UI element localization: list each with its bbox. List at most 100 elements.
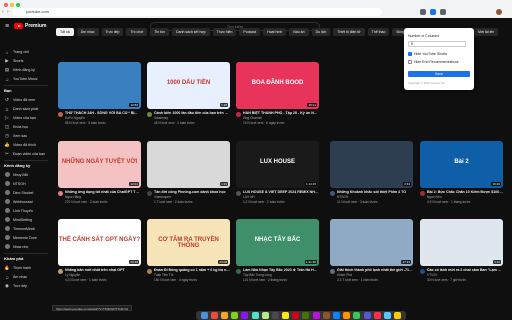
dock-app-icon[interactable] <box>363 312 371 319</box>
chip-11[interactable]: Thiết bị điện tử <box>333 28 365 36</box>
dock-app-icon[interactable] <box>251 312 259 319</box>
channel-avatar[interactable] <box>236 269 241 274</box>
channel-name[interactable]: Khám Phá <box>337 273 413 277</box>
channel-avatar[interactable] <box>236 112 241 117</box>
sidebar-item[interactable]: ◷ Xem sau <box>4 132 27 140</box>
maximize-window-button[interactable] <box>16 3 20 7</box>
chip-8[interactable]: Hoạt hình <box>263 28 287 36</box>
sidebar-item[interactable]: ▷ Video của bạn <box>4 114 36 122</box>
video-card[interactable]: LUX HOUSE 1:14:15 LUX HOUSE & VIET DEEP 20… <box>236 141 319 204</box>
sidebar-item[interactable]: ♫ Âm nhạc <box>4 273 27 281</box>
video-title[interactable]: Nhắng bản mới nhất trên nhạt GPT <box>65 268 141 272</box>
chip-3[interactable]: Trò chơi <box>126 28 148 36</box>
extension-icon[interactable] <box>420 9 426 15</box>
channel-name[interactable]: Zing Channel <box>243 116 319 120</box>
channel-name[interactable]: Vitudensy <box>154 116 230 120</box>
customyou-extension-icon[interactable] <box>430 9 436 15</box>
chip-5[interactable]: Danh sách kết hợp <box>172 28 210 36</box>
address-bar[interactable]: youtube.com <box>12 8 382 16</box>
sidebar-item[interactable]: ◉ Trực tiếp <box>4 282 27 290</box>
dock-app-icon[interactable] <box>231 312 239 319</box>
video-card[interactable]: THẾ CẢNH SÁT GPT NGÀY? 23:48 Nhắng bản mới… <box>58 219 141 282</box>
sidebar-item[interactable]: Dino Stucket <box>4 189 33 197</box>
channel-avatar[interactable] <box>58 269 63 274</box>
video-title[interactable]: Bài 2: Bực Chắc Chắn 10 Kiếm Được $1000 … <box>427 190 503 194</box>
forward-icon[interactable]: › <box>7 8 9 16</box>
chip-4[interactable]: Tin tức <box>150 28 170 36</box>
video-card[interactable]: BOA ĐÃNH BOOD 15:21 HẢN BIỆT THÀNH PHỐ - T… <box>236 62 319 125</box>
sidebar-item[interactable]: TimmonMindt <box>4 225 35 233</box>
menu-icon[interactable]: ≡ <box>5 23 9 30</box>
sidebar-item[interactable]: Memento Dore <box>4 234 37 242</box>
video-title[interactable]: Đoán Đi Đông quảng có 1 năm + 6 kg trọ n… <box>154 268 230 272</box>
dock-app-icon[interactable] <box>343 312 351 319</box>
video-title[interactable]: LUX HOUSE & VIET DEEP 2024 REMIX NHẠC HO… <box>243 190 319 194</box>
channel-avatar[interactable] <box>58 191 63 196</box>
chip-16[interactable]: Mới tải lên <box>473 28 499 36</box>
sidebar-item[interactable]: ▤ Kênh đăng ký <box>4 66 35 74</box>
dock-app-icon[interactable] <box>261 312 269 319</box>
video-card[interactable]: 1:23 Tản đời công Pinning.com dành khoa h… <box>147 141 230 204</box>
dock-app-icon[interactable] <box>282 312 290 319</box>
sidebar-item[interactable]: ♫ YouTube Music <box>4 75 37 83</box>
video-card[interactable]: NHỮNG NGÀY TUYỆT VỜI 12:01 Những ứng dụng … <box>58 141 141 204</box>
sidebar-item[interactable]: ↺ Video đã xem <box>4 96 35 104</box>
sidebar-item[interactable]: ✂ Đoạn video của bạn <box>4 150 45 158</box>
channel-name[interactable]: Lý Nguyễn <box>65 273 141 277</box>
dock-app-icon[interactable] <box>220 312 228 319</box>
hide-shorts-option[interactable]: Hide YouTube Shorts <box>408 52 447 56</box>
video-thumbnail[interactable]: 1:23 <box>147 141 230 188</box>
video-card[interactable]: 3:12 Các cố lánh mới ra 2 chat cảm Ban "L… <box>420 219 503 282</box>
video-thumbnail[interactable]: 17:13 <box>330 219 413 266</box>
video-thumbnail[interactable]: NHỮNG NGÀY TUYỆT VỜI 12:01 <box>58 141 141 188</box>
channel-name[interactable]: VTV24 <box>427 273 503 277</box>
channel-name[interactable]: Tuấn Tiền Tỏi <box>154 273 230 277</box>
channel-name[interactable]: KaPu Nguyễn <box>65 116 141 120</box>
channel-avatar[interactable] <box>330 269 335 274</box>
chip-0[interactable]: Tất cả <box>56 28 74 36</box>
chip-6[interactable]: Thực hiện <box>212 28 237 36</box>
video-card[interactable]: NHẠC TÂY BẮC 1:31:48 Làm Nhà Nhạc Tây Bắc … <box>236 219 319 282</box>
channel-name[interactable]: Vlaminopen <box>154 195 230 199</box>
video-thumbnail[interactable]: CƠ TÂM RA TRUYỀN THỐNG 23:08 <box>147 219 230 266</box>
channel-avatar[interactable] <box>330 191 335 196</box>
video-thumbnail[interactable]: BOA ĐÃNH BOOD 15:21 <box>236 62 319 109</box>
dock-app-icon[interactable] <box>292 312 300 319</box>
channel-avatar[interactable] <box>147 269 152 274</box>
sidebar-item[interactable]: 👍 Video đã thích <box>4 141 36 149</box>
channel-avatar[interactable] <box>420 191 425 196</box>
channel-name[interactable]: Ngọc Kiều <box>427 195 503 199</box>
dock-app-icon[interactable] <box>241 312 249 319</box>
video-card[interactable]: Bài 2 16:20 Bài 2: Bực Chắc Chắn 10 Kiếm Đ… <box>420 141 503 204</box>
video-thumbnail[interactable]: 10:56 <box>58 62 141 109</box>
dock-app-icon[interactable] <box>271 312 279 319</box>
sidebar-item[interactable]: ◫ Khóa học <box>4 123 28 131</box>
video-thumbnail[interactable]: NHẠC TÂY BẮC 1:31:48 <box>236 219 319 266</box>
dock-app-icon[interactable] <box>383 312 391 319</box>
chip-12[interactable]: Thể thao <box>367 28 390 36</box>
video-title[interactable]: Làm Nhà Nhạc Tây Bắc 2023 ★ Trấn Hà Hội … <box>243 268 319 272</box>
hide-end-recs-option[interactable]: Hide End Recommendations <box>408 60 459 64</box>
video-card[interactable]: 1000 DẤU TIỀN 1:28 Cánh biên 1000 lần đầu … <box>147 62 230 125</box>
sidebar-item[interactable]: Webhocrawl <box>4 198 33 206</box>
minimize-window-button[interactable] <box>10 3 14 7</box>
channel-name[interactable]: Tây Bắc Trong Lòng <box>243 273 319 277</box>
video-title[interactable]: HẢN BIỆT THÀNH PHỐ - Tập 25 - Kỳ ức Nông… <box>243 111 319 115</box>
sidebar-item[interactable]: ▶ Shorts <box>4 57 23 65</box>
video-title[interactable]: Những ứng dụng tốt nhất của ChatGPT TỪ B… <box>65 190 141 194</box>
sidebar-item[interactable]: ⌂ Trang chủ <box>4 48 29 56</box>
channel-name[interactable]: LUX NH <box>243 195 319 199</box>
video-title[interactable]: Cánh biên 1000 lần đầu tiên của bạn trên… <box>154 111 230 115</box>
video-card[interactable]: 10:56 THỬ THÁCH 24H - SỐNG VỚI BA CỦ * BỊ… <box>58 62 141 125</box>
puzzle-icon[interactable] <box>440 9 446 15</box>
hide-shorts-checkbox[interactable] <box>408 52 412 56</box>
video-thumbnail[interactable]: THẾ CẢNH SÁT GPT NGÀY? 23:48 <box>58 219 141 266</box>
video-card[interactable]: CƠ TÂM RA TRUYỀN THỐNG 23:08 Đoán Đi Đông … <box>147 219 230 282</box>
columns-number-input[interactable]: 5 <box>408 41 466 47</box>
video-title[interactable]: Những Khoảnh khắc sốt thiệt Phim 4 TO <box>337 190 413 194</box>
video-thumbnail[interactable]: 3:12 <box>420 219 503 266</box>
dock-app-icon[interactable] <box>312 312 320 319</box>
chip-7[interactable]: Podcast <box>239 28 261 36</box>
channel-avatar[interactable] <box>147 191 152 196</box>
save-button[interactable]: Save <box>408 71 470 77</box>
